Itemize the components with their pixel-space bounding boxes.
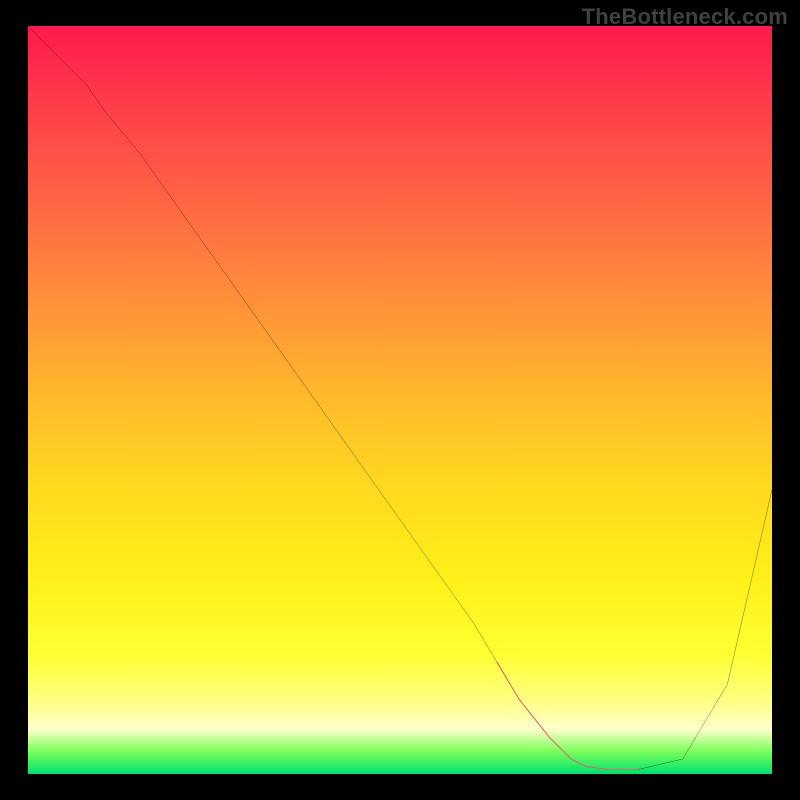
- optimal-range-highlight-line: [497, 662, 638, 770]
- plot-area: [28, 26, 772, 774]
- watermark-text: TheBottleneck.com: [582, 4, 788, 30]
- chart-svg: [28, 26, 772, 774]
- bottleneck-curve-line: [28, 26, 772, 770]
- chart-frame: TheBottleneck.com: [0, 0, 800, 800]
